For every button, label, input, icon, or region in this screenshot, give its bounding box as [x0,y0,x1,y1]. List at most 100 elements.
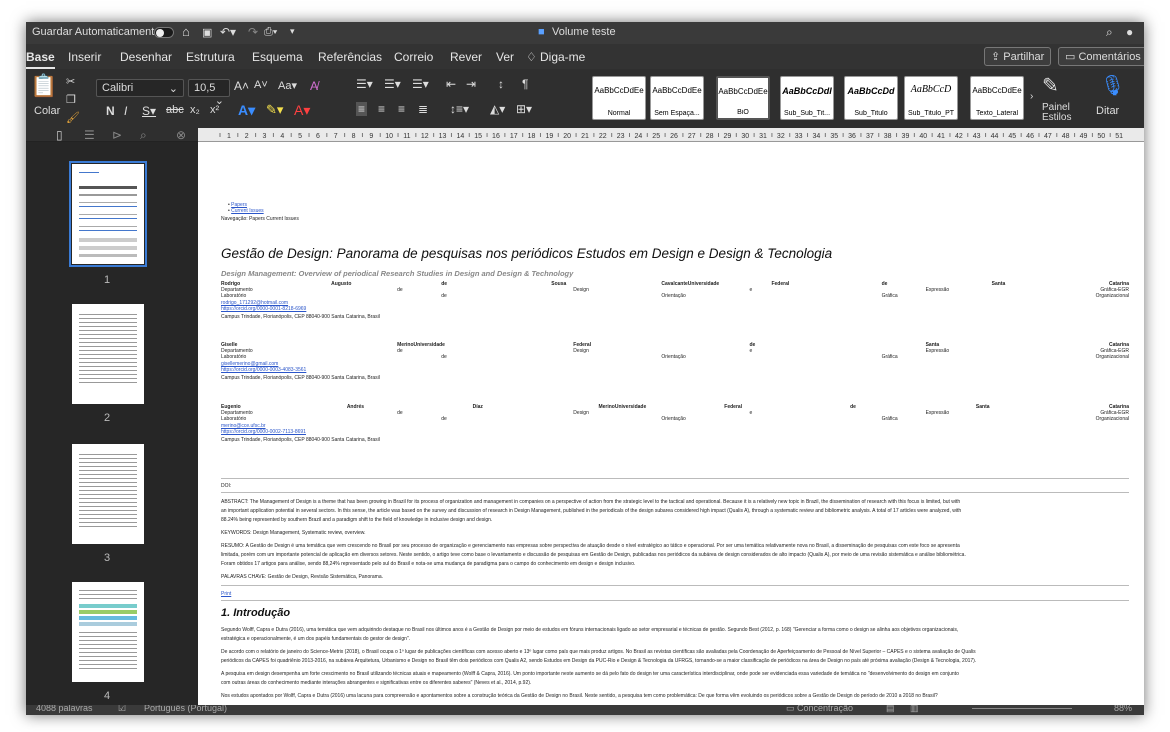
dictate-label[interactable]: Ditar [1096,105,1119,117]
italic-icon[interactable]: I [124,104,127,118]
autosave-label: Guardar Automaticamente [32,26,161,38]
shading-icon[interactable]: ◭▾ [490,102,505,116]
paragraph-marks-icon[interactable]: ¶ [522,77,528,91]
word-count[interactable]: 4088 palavras [36,705,93,713]
redo-icon[interactable]: ↷ [248,25,258,39]
author-orcid[interactable]: https://orcid.org/0000-0002-7113-8691 [221,429,306,435]
print-layout-view-icon[interactable]: ▤ [886,705,895,714]
style-sub-titulo[interactable]: AaBbCcDd Sub_Titulo [844,76,898,120]
multilevel-list-icon[interactable]: ☰▾ [412,77,429,91]
bold-icon[interactable]: N [106,104,115,118]
share-button[interactable]: ⇪ Partilhar [984,47,1052,66]
author-orcid[interactable]: https://orcid.org/0000-0001-8218-6969 [221,306,306,312]
increase-indent-icon[interactable]: ⇥ [466,77,476,91]
document-title[interactable]: Volume teste [552,26,616,38]
tab-correio[interactable]: Correio [394,50,433,64]
ruler-number: 9 [369,133,373,140]
tab-ver[interactable]: Ver [496,50,514,64]
strikethrough-icon[interactable]: abc [166,104,184,116]
document-page[interactable]: • Papers • Current Issues Navegação: Pap… [198,142,1144,705]
font-size-select[interactable]: 10,5 ⌄ [188,79,230,107]
account-icon[interactable]: ● [1126,25,1133,39]
format-painter-icon[interactable]: 🖌 [66,111,80,124]
save-icon[interactable]: ▣ [202,26,212,39]
tell-me-search[interactable]: Diga-me [540,50,585,64]
thumbnails-icon[interactable]: ▯ [56,128,63,142]
styles-pane-label[interactable]: Painel Estilos [1042,103,1082,123]
horizontal-ruler[interactable]: 1 2 3 4 5 6 7 8 9 10 11 12 13 14 15 16 17 18 19 20 21 22 23 24 2… [198,128,1144,142]
tab-referencias[interactable]: Referências [318,50,382,64]
borders-icon[interactable]: ⊞▾ [516,102,532,116]
home-icon[interactable]: ⌂ [182,24,190,39]
paste-label[interactable]: Colar [34,105,60,117]
style-texto-lateral[interactable]: AaBbCcDdEe Texto_Lateral [970,76,1024,120]
align-center-icon[interactable]: ≡ [378,102,385,116]
proofing-icon[interactable]: ☑ [118,705,126,714]
web-layout-view-icon[interactable]: ▥ [910,705,919,714]
abstract-line: ABSTRACT: The Management of Design is a … [221,499,961,505]
paste-icon[interactable]: 📋 [30,73,57,99]
page-thumbnail[interactable] [72,304,144,404]
tab-inserir[interactable]: Inserir [68,50,101,64]
styles-pane-icon[interactable]: ✎ [1042,73,1059,98]
microphone-icon[interactable]: 🎙 [1100,73,1125,98]
text-effects-icon[interactable]: A▾ [238,102,255,119]
style-sub-titulo-pt[interactable]: AaBbCcD Sub_Titulo_PT [904,76,958,120]
tab-esquema[interactable]: Esquema [252,50,303,64]
page-thumbnail[interactable] [69,161,147,267]
autosave-toggle[interactable] [154,27,174,38]
superscript-icon[interactable]: x² [210,104,219,116]
tab-base[interactable]: Base [26,50,55,69]
page-thumbnail[interactable] [72,582,144,682]
style-bio[interactable]: AaBbCcDdEe BiO [716,76,770,120]
doi-label: DOI: [221,483,232,489]
zoom-slider[interactable] [972,708,1072,709]
tab-rever[interactable]: Rever [450,50,482,64]
ruler-number: 31 [759,133,767,140]
style-preview: AaBbCcDd [847,86,895,96]
search-icon[interactable]: ⌕ [1106,25,1113,40]
close-icon[interactable]: ⊗ [176,128,186,142]
clear-formatting-icon[interactable]: A̸ [310,79,318,93]
decrease-indent-icon[interactable]: ⇤ [446,77,456,91]
author-orcid[interactable]: https://orcid.org/0000-0003-4083-3561 [221,367,306,373]
justify-icon[interactable]: ≣ [418,102,428,116]
language-indicator[interactable]: Português (Portugal) [144,705,227,713]
style-normal[interactable]: AaBbCcDdEe Normal [592,76,646,120]
copy-icon[interactable]: ❐ [66,93,76,106]
style-sub-sub-titulo[interactable]: AaBbCcDdI Sub_Sub_Tit... [780,76,834,120]
styles-more-icon[interactable]: › [1030,91,1033,102]
align-right-icon[interactable]: ≡ [398,102,405,116]
numbering-icon[interactable]: ☰▾ [384,77,401,91]
search-icon[interactable]: ⌕ [140,128,147,143]
grow-font-icon[interactable]: A˄ [234,79,249,93]
title-bar: Guardar Automaticamente ⌂ ▣ ↶▾ ↷ ⎙▾ ▾ ■ … [26,22,1144,44]
tab-desenhar[interactable]: Desenhar [120,50,172,64]
undo-icon[interactable]: ↶▾ [220,25,236,39]
bookmark-icon[interactable]: ⊳ [112,128,122,142]
print-icon[interactable]: ⎙▾ [264,26,277,39]
page-thumbnail[interactable] [72,444,144,544]
focus-button[interactable]: ▭ Concentração [786,705,853,714]
current-issues-link[interactable]: Current Issues [231,208,264,214]
font-name-select[interactable]: Calibri ⌄ [96,79,184,97]
print-link[interactable]: Print [221,591,231,597]
sort-icon[interactable]: ↕ [498,77,504,91]
style-sem-espacamento[interactable]: AaBbCcDdEe Sem Espaça... [650,76,704,120]
zoom-level[interactable]: 88% [1114,705,1132,713]
font-color-icon[interactable]: A▾ [294,102,310,119]
line-spacing-icon[interactable]: ↕≡▾ [450,102,469,116]
shrink-font-icon[interactable]: A˅ [254,79,268,91]
comments-button[interactable]: ▭ Comentários [1058,47,1144,66]
tab-estrutura[interactable]: Estrutura [186,50,235,64]
outline-icon[interactable]: ☰ [84,128,95,142]
bullets-icon[interactable]: ☰▾ [356,77,373,91]
share-icon: ⇪ [991,51,1004,63]
customize-toolbar-icon[interactable]: ▾ [290,26,295,37]
cut-icon[interactable]: ✂ [66,75,75,88]
align-left-icon[interactable]: ≡ [356,102,368,116]
underline-icon[interactable]: S▾ [142,104,156,118]
subscript-icon[interactable]: x₂ [190,104,200,116]
change-case-icon[interactable]: Aa▾ [278,79,297,92]
highlight-icon[interactable]: ✎▾ [266,102,283,118]
